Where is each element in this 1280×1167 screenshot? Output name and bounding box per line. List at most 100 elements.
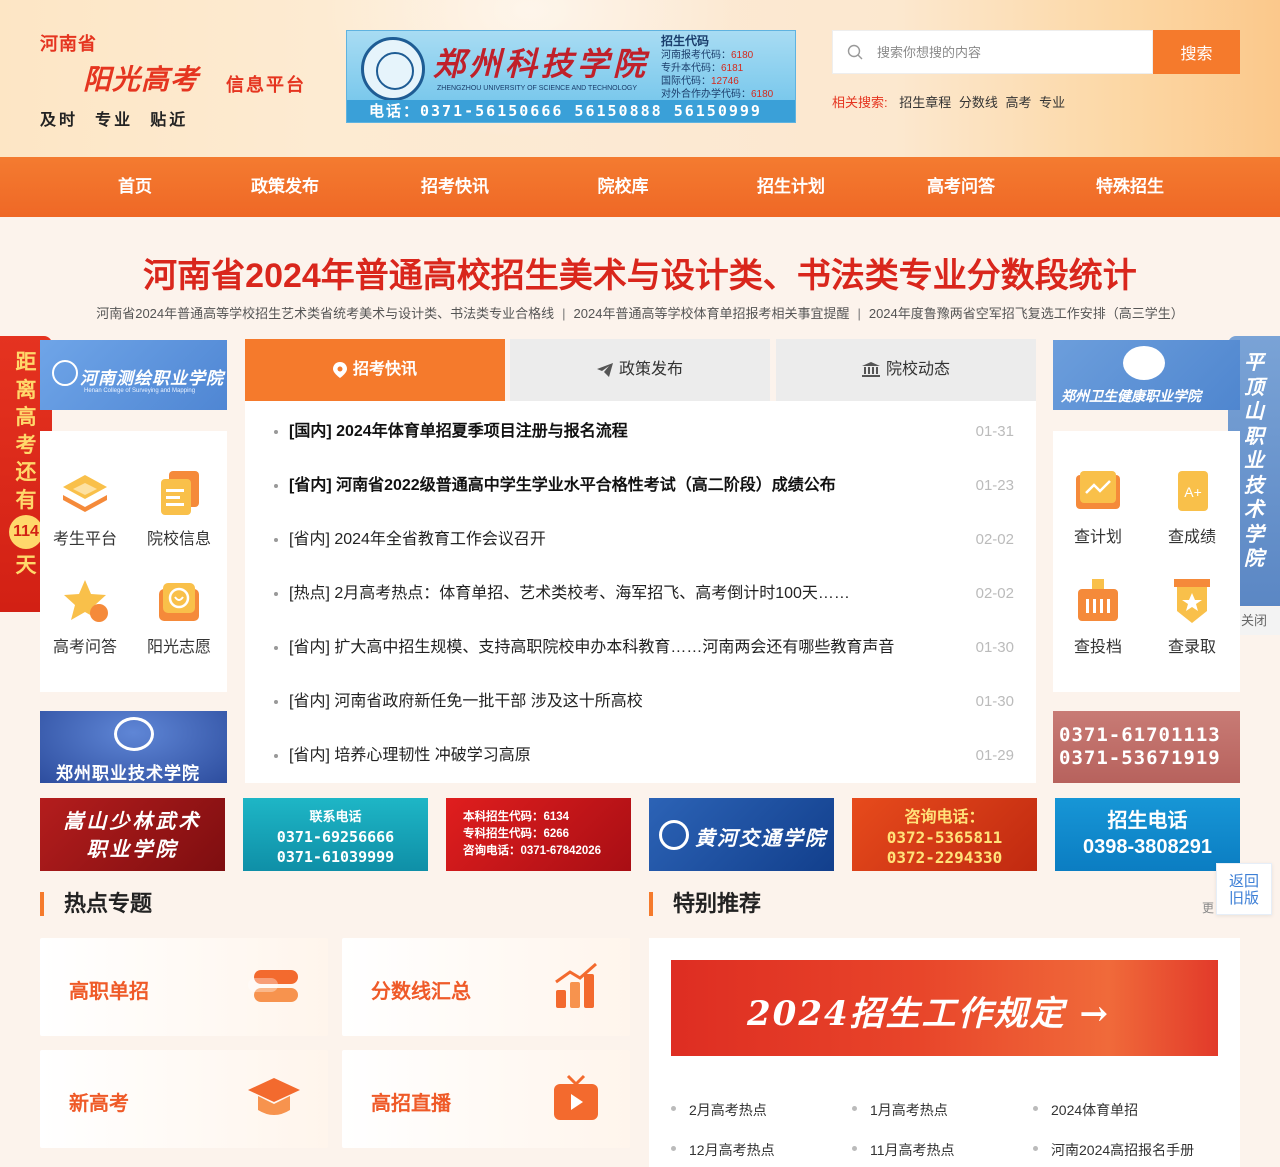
admission-rules-banner[interactable]: 2024招生工作规定 → [671, 960, 1218, 1056]
quick-check-admission[interactable]: 查录取 [1147, 577, 1237, 657]
school-emblem-icon [114, 717, 154, 751]
recommend-link[interactable]: 2024体育单招 [1033, 1100, 1138, 1120]
sub-headline-link[interactable]: 2024年度鲁豫两省空军招飞复选工作安排（高三学生） [869, 306, 1184, 321]
ad-text: 专科招生代码：6266 [463, 828, 570, 840]
ad-text: 招生电话 [1107, 810, 1188, 832]
quick-exam-qa[interactable]: 高考问答 [40, 577, 130, 657]
bullet [274, 430, 278, 434]
nav-policy[interactable]: 政策发布 [251, 157, 319, 217]
tv-play-icon [554, 1074, 598, 1120]
quick-sunshine-volunteer[interactable]: 阳光志愿 [134, 577, 224, 657]
bullet [274, 484, 278, 488]
tab-policy[interactable]: 政策发布 [510, 339, 770, 401]
quick-label: 考生平台 [52, 531, 117, 548]
topic-new-gaokao[interactable]: 新高考 [40, 1050, 328, 1148]
ad-phone-numbers[interactable]: 0371-61701113 0371-53671919 [1053, 711, 1240, 783]
news-item[interactable]: [省内] 2024年全省教育工作会议召开 02-02 [245, 513, 1036, 567]
recommend-link[interactable]: 12月高考热点 [671, 1140, 775, 1160]
ad-code-label: 河南报考代码： [661, 50, 731, 61]
recommend-title: 特别推荐 [649, 890, 761, 918]
svg-text:A+: A+ [1184, 484, 1202, 500]
ad-contact-phone[interactable]: 联系电话 0371-69256666 0371-61039999 [243, 798, 428, 871]
send-icon [596, 362, 613, 377]
quick-links-left: 考生平台 院校信息 高考问答 阳光志愿 [40, 431, 227, 692]
ad-text: 0371-69256666 [276, 828, 395, 846]
search-input[interactable] [877, 31, 1147, 73]
news-date: 01-30 [975, 639, 1014, 656]
related-label: 相关搜索: [832, 95, 888, 110]
nav-plans[interactable]: 招生计划 [757, 157, 825, 217]
search-box [832, 30, 1153, 74]
sub-headline-link[interactable]: 2024年普通高等学校体育单招报考相关事宜提醒 [574, 306, 850, 321]
news-title: [省内] 2024年全省教育工作会议召开 [289, 531, 546, 548]
news-item[interactable]: [省内] 培养心理韧性 冲破学习高原 01-29 [245, 729, 1036, 783]
ad-songshan-shaolin[interactable]: 嵩山少林武术 职业学院 [40, 798, 225, 871]
site-logo[interactable]: 河南省 阳光高考 信息平台 及时 专业 贴近 [40, 28, 340, 138]
graduation-cap-icon [248, 1078, 300, 1115]
ad-zhengzhou-vocational[interactable]: 郑州职业技术学院 [40, 711, 227, 783]
nav-special[interactable]: 特殊招生 [1096, 157, 1164, 217]
bullet [274, 646, 278, 650]
quick-check-score[interactable]: A+ 查成绩 [1147, 467, 1237, 547]
sub-headline-link[interactable]: 河南省2024年普通高等学校招生艺术类省统考美术与设计类、书法类专业合格线 [96, 306, 554, 321]
ad-admission-codes[interactable]: 本科招生代码：6134 专科招生代码：6266 咨询电话：0371-678420… [446, 798, 631, 871]
ad-zhengzhou-health[interactable]: 郑州卫生健康职业学院 [1053, 340, 1240, 410]
news-item[interactable]: [热点] 2月高考热点：体育单招、艺术类校考、海军招飞、高考倒计时100天…… 0… [245, 567, 1036, 621]
school-emblem-icon [52, 360, 78, 386]
quick-label: 查录取 [1167, 639, 1216, 656]
ad-code-label: 对外合作办学代码： [661, 89, 751, 100]
tab-college-news[interactable]: 院校动态 [776, 339, 1036, 401]
topic-vocational-single[interactable]: 高职单招 [40, 938, 328, 1036]
quick-links-right: 查计划 A+ 查成绩 查投档 查录取 [1053, 431, 1240, 692]
ad-admission-phone[interactable]: 招生电话 0398-3808291 [1055, 798, 1240, 871]
more-link[interactable]: 更 [1202, 899, 1214, 916]
return-old-version-button[interactable]: 返回 旧版 [1216, 863, 1272, 915]
topic-live-broadcast[interactable]: 高招直播 [342, 1050, 630, 1148]
old-version-text: 旧版 [1228, 890, 1259, 907]
nav-colleges[interactable]: 院校库 [598, 157, 649, 217]
tab-exam-news[interactable]: 招考快讯 [245, 339, 505, 401]
ad-code-value: 6181 [721, 63, 744, 74]
top-banner-ad[interactable]: 郑州科技学院 ZHENGZHOU UNIVERSITY OF SCIENCE A… [346, 30, 796, 123]
tab-label: 政策发布 [618, 361, 683, 378]
logo-title: 阳光高考 [83, 63, 200, 96]
news-item[interactable]: [国内] 2024年体育单招夏季项目注册与报名流程 01-31 [245, 405, 1036, 459]
headline-link[interactable]: 河南省2024年普通高校招生美术与设计类、书法类专业分数段统计 [0, 248, 1280, 297]
quick-check-plan[interactable]: 查计划 [1053, 467, 1143, 547]
grade-icon: A+ [1178, 471, 1208, 511]
nav-news[interactable]: 招考快讯 [421, 157, 489, 217]
bar-chart-icon [555, 962, 597, 1008]
ad-code-label: 专升本代码： [661, 63, 721, 74]
quick-check-submission[interactable]: 查投档 [1053, 577, 1143, 657]
recommend-link[interactable]: 1月高考热点 [852, 1100, 948, 1120]
news-item[interactable]: [省内] 河南省政府新任免一批干部 涉及这十所高校 01-30 [245, 675, 1036, 729]
recommend-link[interactable]: 11月高考热点 [852, 1140, 955, 1160]
related-link[interactable]: 分数线 [959, 95, 998, 110]
nav-qa[interactable]: 高考问答 [927, 157, 995, 217]
quick-college-info[interactable]: 院校信息 [134, 469, 224, 549]
related-link[interactable]: 高考 [1006, 95, 1032, 110]
banner-text: 2024招生工作规定 → [747, 994, 1110, 1034]
ad-text: 0372-5365811 [886, 828, 1003, 847]
quick-label: 查计划 [1073, 529, 1122, 546]
ad-code-value: 12746 [711, 76, 739, 87]
ad-phone-line: 0371-61701113 [1059, 724, 1221, 746]
ad-consult-phone[interactable]: 咨询电话： 0372-5365811 0372-2294330 [852, 798, 1037, 871]
old-version-text: 返回 [1228, 873, 1259, 890]
news-date: 01-30 [975, 693, 1014, 710]
ad-text: 咨询电话：0371-67842026 [463, 845, 602, 857]
ad-huanghe-jiaotong[interactable]: 黄河交通学院 [649, 798, 834, 871]
news-tabs: 招考快讯 政策发布 院校动态 [245, 339, 1036, 401]
news-item[interactable]: [省内] 河南省2022级普通高中学生学业水平合格性考试（高二阶段）成绩公布 01… [245, 459, 1036, 513]
related-link[interactable]: 专业 [1039, 95, 1065, 110]
ad-henan-surveying[interactable]: 河南测绘职业学院 Henan College of Surveying and … [40, 340, 227, 410]
search-button[interactable]: 搜索 [1153, 30, 1240, 74]
quick-candidate-platform[interactable]: 考生平台 [40, 469, 130, 549]
topic-score-summary[interactable]: 分数线汇总 [342, 938, 630, 1036]
recommend-link[interactable]: 河南2024高招报名手册 [1033, 1140, 1194, 1160]
news-item[interactable]: [省内] 扩大高中招生规模、支持高职院校申办本科教育……河南两会还有哪些教育声音… [245, 621, 1036, 675]
nav-home[interactable]: 首页 [118, 157, 152, 217]
related-link[interactable]: 招生章程 [899, 95, 951, 110]
building-icon [861, 362, 880, 378]
recommend-link[interactable]: 2月高考热点 [671, 1100, 767, 1120]
